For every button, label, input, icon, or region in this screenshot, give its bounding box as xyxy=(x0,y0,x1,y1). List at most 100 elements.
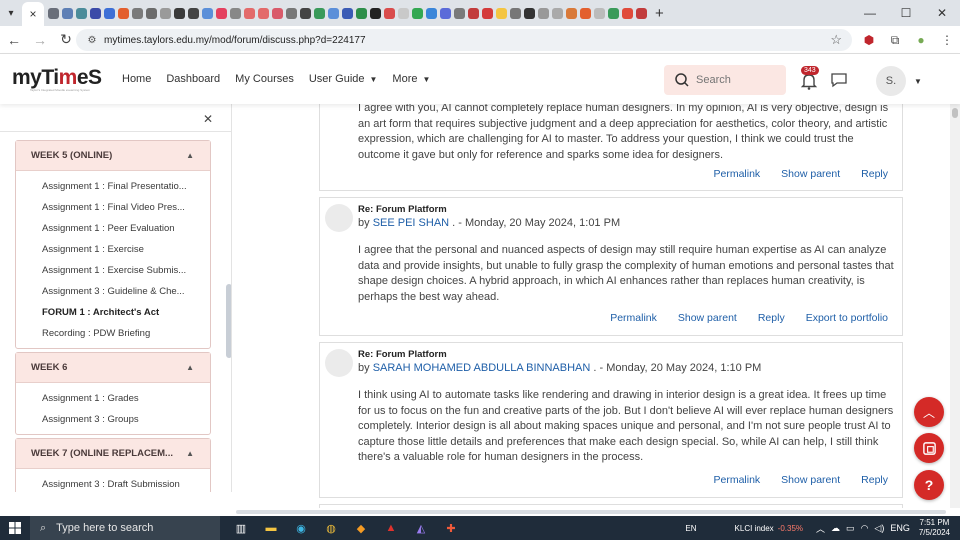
tab-close-icon[interactable]: × xyxy=(29,7,36,21)
reply-link[interactable]: Reply xyxy=(861,474,888,486)
task-view-icon[interactable]: ▥ xyxy=(226,516,256,540)
back-to-top-button[interactable]: ︿ xyxy=(914,397,944,427)
pinned-tab-favicon[interactable] xyxy=(328,7,339,19)
pinned-tab-favicon[interactable] xyxy=(230,7,241,19)
user-menu[interactable]: S. ▼ xyxy=(876,65,926,97)
section-header[interactable]: WEEK 5 (ONLINE) ▲ xyxy=(16,141,210,171)
pinned-tab-favicon[interactable] xyxy=(146,7,157,19)
nav-user-guide[interactable]: User Guide ▼ xyxy=(309,73,378,85)
pinned-tab-favicon[interactable] xyxy=(636,7,647,19)
minimize-button[interactable]: — xyxy=(852,0,888,26)
course-item[interactable]: Assignment 1 : Exercise xyxy=(16,239,210,260)
pinned-tab-favicon[interactable] xyxy=(342,7,353,19)
bookmark-star-icon[interactable]: ☆ xyxy=(830,32,842,48)
show-parent-link[interactable]: Show parent xyxy=(781,474,840,486)
edge-icon[interactable]: ◉ xyxy=(286,516,316,540)
app-purple-icon[interactable]: ◭ xyxy=(406,516,436,540)
pinned-tab-favicon[interactable] xyxy=(538,7,549,19)
pinned-tab-favicon[interactable] xyxy=(440,7,451,19)
pinned-tab-favicon[interactable] xyxy=(454,7,465,19)
reload-button[interactable]: ↻ xyxy=(54,28,78,52)
pinned-tab-favicon[interactable] xyxy=(608,7,619,19)
permalink-link[interactable]: Permalink xyxy=(713,168,760,180)
stock-ticker[interactable]: KLCI index -0.35% xyxy=(735,524,804,533)
close-window-button[interactable]: ✕ xyxy=(924,0,960,26)
pinned-tab-favicon[interactable] xyxy=(622,7,633,19)
app-orange-icon[interactable]: ◆ xyxy=(346,516,376,540)
pinned-tab-favicon[interactable] xyxy=(160,7,171,19)
course-item[interactable]: Assignment 1 : Peer Evaluation xyxy=(16,218,210,239)
clock[interactable]: 7:51 PM 7/5/2024 xyxy=(919,518,950,538)
section-header[interactable]: WEEK 6 ▲ xyxy=(16,353,210,383)
forward-button[interactable]: → xyxy=(28,28,52,52)
browser-menu-icon[interactable]: ⋮ xyxy=(934,33,960,47)
taskbar-search[interactable]: ⌕ Type here to search xyxy=(30,516,220,540)
page-scrollbar[interactable] xyxy=(950,104,960,508)
close-drawer-icon[interactable]: ✕ xyxy=(203,112,213,126)
pinned-tab-favicon[interactable] xyxy=(286,7,297,19)
pinned-tab-favicon[interactable] xyxy=(258,7,269,19)
pinned-tab-favicon[interactable] xyxy=(580,7,591,19)
search-box[interactable] xyxy=(664,65,786,95)
permalink-link[interactable]: Permalink xyxy=(610,312,657,324)
battery-icon[interactable]: ▭ xyxy=(846,523,855,534)
pinned-tab-favicon[interactable] xyxy=(174,7,185,19)
pinned-tab-favicon[interactable] xyxy=(468,7,479,19)
message-icon[interactable] xyxy=(830,72,848,88)
chevron-up-icon[interactable]: ︿ xyxy=(816,522,825,535)
author-link[interactable]: SEE PEI SHAN xyxy=(373,217,449,229)
nav-my-courses[interactable]: My Courses xyxy=(235,73,294,85)
pinned-tab-favicon[interactable] xyxy=(48,7,59,19)
pinned-tab-favicon[interactable] xyxy=(202,7,213,19)
chrome-icon[interactable]: ◍ xyxy=(316,516,346,540)
pinned-tab-favicon[interactable] xyxy=(384,7,395,19)
permalink-link[interactable]: Permalink xyxy=(713,474,760,486)
extensions-puzzle-icon[interactable]: ⧉ xyxy=(882,33,908,48)
language-indicator[interactable]: EN xyxy=(685,524,696,533)
pinned-tab-favicon[interactable] xyxy=(118,7,129,19)
search-input[interactable] xyxy=(696,74,776,86)
show-parent-link[interactable]: Show parent xyxy=(781,168,840,180)
active-tab[interactable]: × xyxy=(22,2,44,26)
horizontal-scrollbar[interactable] xyxy=(0,508,960,516)
course-item[interactable]: Assignment 1 : Exercise Submis... xyxy=(16,260,210,281)
pinned-tab-favicon[interactable] xyxy=(524,7,535,19)
scrollbar-thumb[interactable] xyxy=(952,108,958,118)
cloud-icon[interactable]: ☁ xyxy=(831,523,840,534)
show-parent-link[interactable]: Show parent xyxy=(678,312,737,324)
pinned-tab-favicon[interactable] xyxy=(90,7,101,19)
pinned-tab-favicon[interactable] xyxy=(356,7,367,19)
section-header[interactable]: WEEK 7 (ONLINE REPLACEM... ▲ xyxy=(16,439,210,469)
pinned-tab-favicon[interactable] xyxy=(594,7,605,19)
ime-indicator[interactable]: ENG xyxy=(890,523,910,533)
site-logo[interactable]: myTimeS xyxy=(12,66,102,90)
pinned-tab-favicon[interactable] xyxy=(482,7,493,19)
pinned-tab-favicon[interactable] xyxy=(314,7,325,19)
nav-dashboard[interactable]: Dashboard xyxy=(166,73,220,85)
chevron-up-icon[interactable]: ▲ xyxy=(186,363,194,372)
wifi-icon[interactable]: ◠ xyxy=(861,523,869,534)
nav-more[interactable]: More ▼ xyxy=(392,73,430,85)
pinned-tab-favicon[interactable] xyxy=(216,7,227,19)
course-item[interactable]: Assignment 1 : Grades xyxy=(16,388,210,409)
pinned-tab-favicon[interactable] xyxy=(426,7,437,19)
file-explorer-icon[interactable]: ▬ xyxy=(256,516,286,540)
pinned-tab-favicon[interactable] xyxy=(132,7,143,19)
course-item[interactable]: Assignment 1 : Final Video Pres... xyxy=(16,197,210,218)
help-button[interactable]: ? xyxy=(914,470,944,500)
back-button[interactable]: ← xyxy=(2,28,26,52)
volume-icon[interactable]: ◁) xyxy=(874,523,884,534)
pinned-tab-favicon[interactable] xyxy=(566,7,577,19)
pinned-tab-favicon[interactable] xyxy=(76,7,87,19)
site-info-icon[interactable]: ⚙ xyxy=(82,35,102,46)
pinned-tab-favicon[interactable] xyxy=(412,7,423,19)
user-avatar[interactable] xyxy=(325,204,353,232)
start-button[interactable] xyxy=(0,516,30,540)
course-item[interactable]: Assignment 3 : Guideline & Che... xyxy=(16,281,210,302)
maximize-button[interactable]: ☐ xyxy=(888,0,924,26)
open-in-window-button[interactable] xyxy=(914,433,944,463)
author-link[interactable]: SARAH MOHAMED ABDULLA BINNABHAN xyxy=(373,362,591,374)
course-item[interactable]: Assignment 1 : Final Presentatio... xyxy=(16,176,210,197)
pinned-tab-favicon[interactable] xyxy=(552,7,563,19)
user-avatar[interactable] xyxy=(325,349,353,377)
